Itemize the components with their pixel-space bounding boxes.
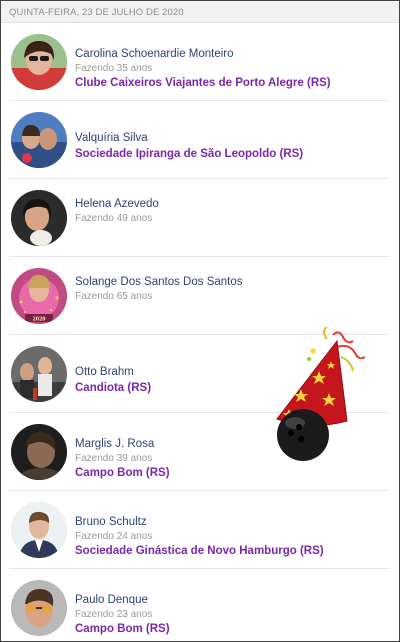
avatar[interactable] [11, 346, 67, 402]
list-item: Paulo Denque Fazendo 23 anos Campo Bom (… [9, 569, 389, 641]
person-name[interactable]: Otto Brahm [75, 365, 151, 380]
avatar-badge-text: 2020 [33, 316, 46, 323]
list-item: Valquíria Silva Sociedade Ipiranga de Sã… [9, 101, 389, 179]
age-text: Fazendo 35 anos [75, 63, 153, 74]
person-name[interactable]: Bruno Schultz [75, 515, 324, 530]
person-name[interactable]: Marglis J. Rosa [75, 437, 170, 452]
age-text: Fazendo 24 anos [75, 531, 153, 542]
club-link[interactable]: Clube Caixeiros Viajantes de Porto Alegr… [75, 75, 331, 91]
person-name[interactable]: Helena Azevedo [75, 197, 159, 212]
list-item: 2020 Solange Dos Santos Dos Santos Fazen… [9, 257, 389, 335]
age-text: Fazendo 39 anos [75, 453, 153, 464]
avatar[interactable] [11, 34, 67, 90]
avatar[interactable]: 2020 [11, 268, 67, 324]
age-text: Fazendo 65 anos [75, 291, 153, 302]
avatar[interactable] [11, 502, 67, 558]
avatar[interactable] [11, 580, 67, 636]
club-link[interactable]: Candiota (RS) [75, 380, 151, 396]
list-item: Carolina Schoenardie Monteiro Fazendo 35… [9, 23, 389, 101]
age-text: Fazendo 23 anos [75, 609, 153, 620]
avatar[interactable] [11, 424, 67, 480]
list-item: Bruno Schultz Fazendo 24 anos Sociedade … [9, 491, 389, 569]
person-name[interactable]: Paulo Denque [75, 593, 170, 608]
club-link[interactable]: Sociedade Ipiranga de São Leopoldo (RS) [75, 146, 303, 162]
person-name[interactable]: Solange Dos Santos Dos Santos [75, 275, 243, 290]
person-name[interactable]: Valquíria Silva [75, 131, 303, 146]
party-hat-bowling-ball-icon [269, 326, 366, 461]
list-item: Helena Azevedo Fazendo 49 anos [9, 179, 389, 257]
person-name[interactable]: Carolina Schoenardie Monteiro [75, 47, 331, 62]
avatar[interactable] [11, 190, 67, 246]
club-link[interactable]: Sociedade Ginástica de Novo Hamburgo (RS… [75, 543, 324, 559]
age-text: Fazendo 49 anos [75, 213, 153, 224]
birthday-panel: QUINTA-FEIRA, 23 DE JULHO DE 2020 Caroli… [0, 0, 400, 642]
club-link[interactable]: Campo Bom (RS) [75, 465, 170, 481]
avatar[interactable] [11, 112, 67, 168]
date-header: QUINTA-FEIRA, 23 DE JULHO DE 2020 [1, 1, 399, 23]
club-link[interactable]: Campo Bom (RS) [75, 621, 170, 637]
